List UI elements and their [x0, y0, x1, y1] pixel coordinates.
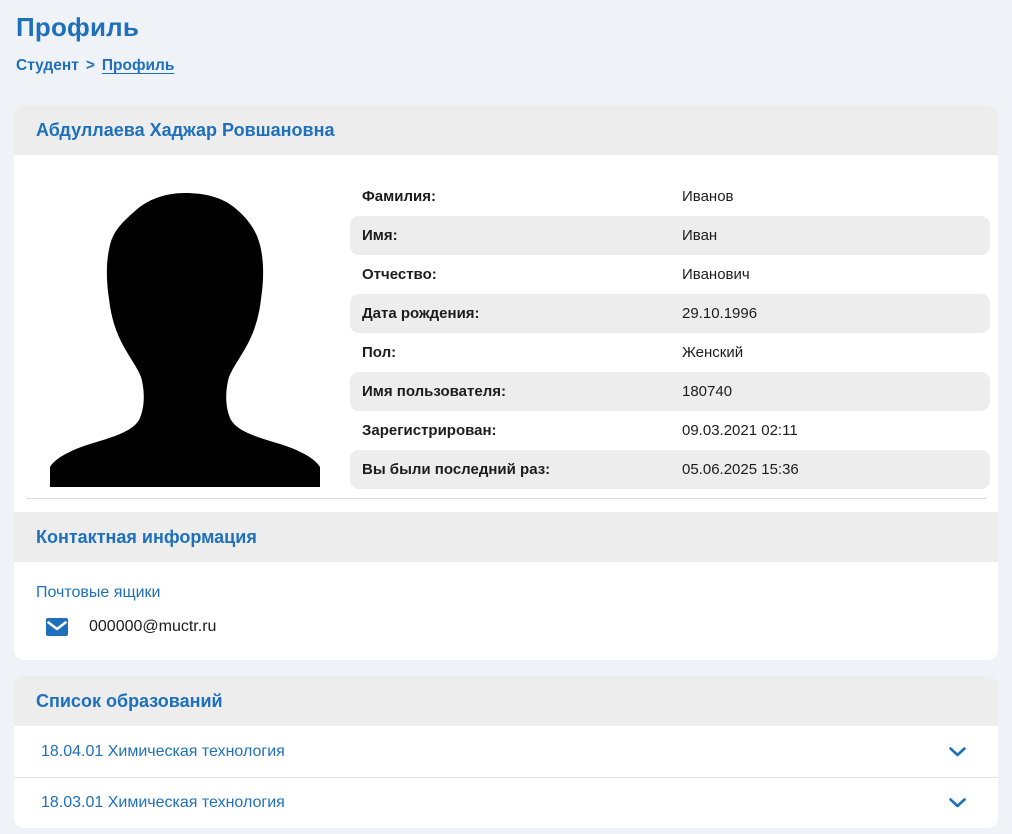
education-section-header: Список образований — [14, 676, 998, 726]
field-value: 29.10.1996 — [682, 305, 758, 322]
field-value: Иван — [682, 227, 718, 244]
profile-info-row: Вы были последний раз: 05.06.2025 15:36 — [350, 450, 990, 489]
field-value: 05.06.2025 15:36 — [682, 461, 799, 478]
profile-info-row: Имя: Иван — [350, 216, 990, 255]
profile-card: Абдуллаева Хаджар Ровшановна Фамилия: Ив… — [14, 105, 998, 660]
field-label: Имя: — [362, 227, 398, 244]
profile-body: Фамилия: Иванов Имя: Иван Отчество: Иван… — [14, 155, 998, 489]
profile-card-header: Абдуллаева Хаджар Ровшановна — [14, 105, 998, 155]
profile-info-row: Пол: Женский — [350, 333, 990, 372]
education-program-label: 18.03.01 Химическая технология — [41, 794, 285, 811]
chevron-down-icon[interactable] — [949, 798, 966, 808]
field-value: Иванов — [682, 188, 734, 205]
email-list: 000000@muctr.ru — [36, 618, 976, 636]
page-title: Профиль — [16, 12, 140, 42]
education-accordion-row[interactable]: 18.03.01 Химическая технология — [14, 777, 998, 828]
education-card: Список образований 18.04.01 Химическая т… — [14, 676, 998, 828]
chevron-down-icon[interactable] — [949, 746, 966, 757]
contact-body: Почтовые ящики 000000@muctr.ru — [14, 562, 998, 660]
profile-info-row: Фамилия: Иванов — [350, 177, 990, 216]
mail-icon — [46, 618, 68, 636]
field-label: Отчество: — [362, 266, 437, 283]
mailboxes-link[interactable]: Почтовые ящики — [36, 584, 160, 602]
section-divider — [26, 498, 986, 499]
profile-info-row: Имя пользователя: 180740 — [350, 372, 990, 411]
field-label: Пол: — [362, 344, 397, 361]
profile-page: Профиль Студент > Профиль Абдуллаева Хаджа… — [0, 0, 1012, 834]
breadcrumb: Студент > Профиль — [16, 57, 998, 75]
field-value: Иванович — [682, 266, 750, 283]
profile-info-table: Фамилия: Иванов Имя: Иван Отчество: Иван… — [350, 177, 990, 489]
field-label: Имя пользователя: — [362, 383, 506, 400]
email-row: 000000@muctr.ru — [46, 618, 976, 636]
education-program-label: 18.04.01 Химическая технология — [41, 742, 285, 760]
profile-photo — [48, 187, 322, 487]
profile-info-row: Дата рождения: 29.10.1996 — [350, 294, 990, 333]
field-value: 180740 — [682, 383, 733, 400]
field-value: Женский — [682, 344, 744, 361]
breadcrumb-separator: > — [85, 57, 95, 74]
email-address: 000000@muctr.ru — [89, 618, 217, 635]
profile-info-row: Зарегистрирован: 09.03.2021 02:11 — [350, 411, 990, 450]
education-list: 18.04.01 Химическая технология 18.03.01 … — [14, 726, 998, 828]
field-label: Вы были последний раз: — [362, 461, 551, 478]
contact-section-header: Контактная информация — [14, 512, 998, 562]
education-section-title: Список образований — [36, 690, 223, 711]
breadcrumb-link-profile[interactable]: Профиль — [102, 57, 175, 74]
field-value: 09.03.2021 02:11 — [682, 422, 798, 439]
field-label: Фамилия: — [362, 188, 436, 205]
education-accordion-row[interactable]: 18.04.01 Химическая технология — [14, 726, 998, 777]
student-full-name: Абдуллаева Хаджар Ровшановна — [36, 119, 335, 140]
person-silhouette-icon — [50, 193, 320, 487]
profile-info-row: Отчество: Иванович — [350, 255, 990, 294]
contact-section-title: Контактная информация — [36, 526, 257, 547]
field-label: Дата рождения: — [362, 305, 480, 322]
field-label: Зарегистрирован: — [362, 422, 497, 439]
breadcrumb-link-student[interactable]: Студент — [16, 57, 79, 74]
